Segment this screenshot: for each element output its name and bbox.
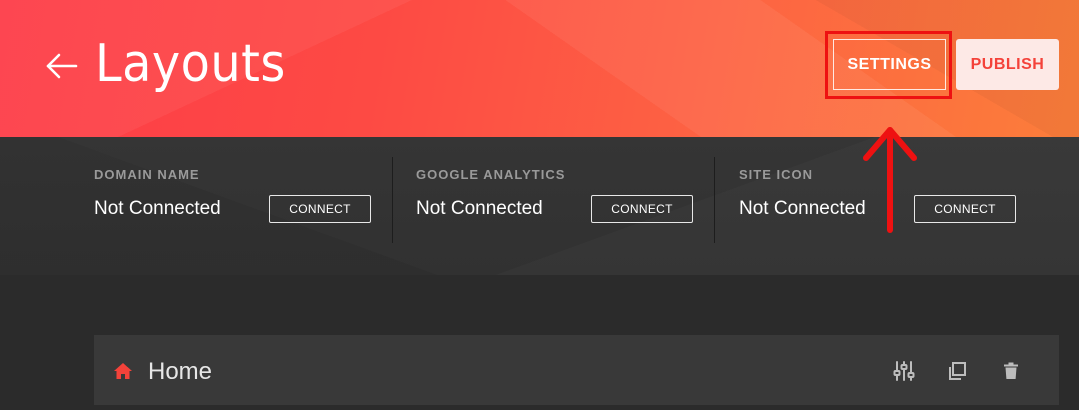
header-bar: Layouts SETTINGS PUBLISH xyxy=(0,0,1079,137)
status-domain-name: DOMAIN NAME Not Connected CONNECT xyxy=(94,137,384,275)
page-row-title: Home xyxy=(148,358,213,385)
sliders-icon[interactable] xyxy=(892,359,916,383)
status-site-icon: SITE ICON Not Connected CONNECT xyxy=(739,137,1029,275)
publish-button[interactable]: PUBLISH xyxy=(956,39,1059,90)
duplicate-icon[interactable] xyxy=(945,359,969,383)
page-row-home[interactable]: Home xyxy=(94,335,1059,405)
status-label: SITE ICON xyxy=(739,167,814,182)
status-divider xyxy=(392,157,393,243)
arrow-left-icon[interactable] xyxy=(44,48,80,84)
connect-site-icon-button[interactable]: CONNECT xyxy=(914,195,1016,223)
settings-button[interactable]: SETTINGS xyxy=(833,39,946,90)
status-divider xyxy=(714,157,715,243)
page-title: Layouts xyxy=(95,34,286,94)
site-status-bar: DOMAIN NAME Not Connected CONNECT GOOGLE… xyxy=(0,137,1079,275)
status-value: Not Connected xyxy=(739,198,866,219)
connect-analytics-button[interactable]: CONNECT xyxy=(591,195,693,223)
status-value: Not Connected xyxy=(416,198,543,219)
status-value: Not Connected xyxy=(94,198,221,219)
home-icon xyxy=(114,363,132,379)
status-label: DOMAIN NAME xyxy=(94,167,200,182)
status-google-analytics: GOOGLE ANALYTICS Not Connected CONNECT xyxy=(416,137,706,275)
trash-icon[interactable] xyxy=(999,359,1023,383)
connect-domain-button[interactable]: CONNECT xyxy=(269,195,371,223)
status-label: GOOGLE ANALYTICS xyxy=(416,167,566,182)
pages-list: Home xyxy=(0,275,1079,410)
